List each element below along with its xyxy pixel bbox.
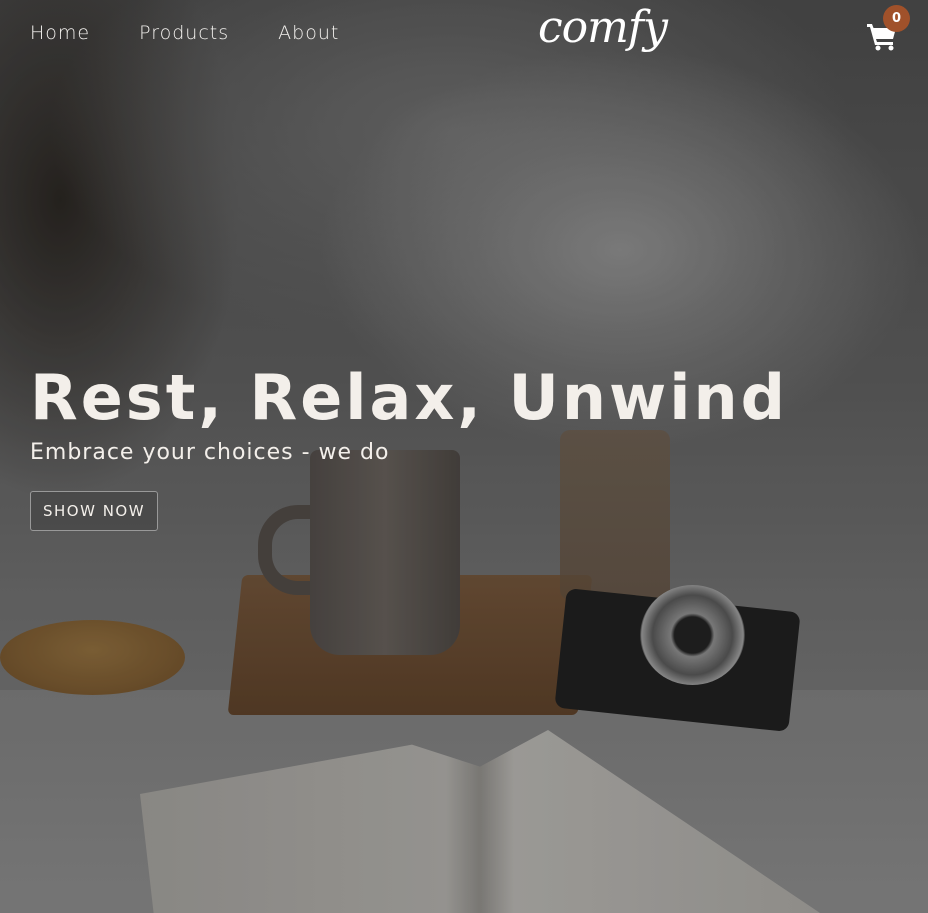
cart-count-badge: 0 — [883, 5, 910, 32]
hero-subtitle: Embrace your choices - we do — [30, 440, 390, 465]
navbar: Home Products About comfy 0 — [0, 0, 928, 66]
nav-links: Home Products About — [30, 22, 339, 44]
logo[interactable]: comfy — [538, 2, 668, 53]
hero-title: Rest, Relax, Unwind — [30, 361, 789, 434]
nav-link-products[interactable]: Products — [139, 22, 229, 44]
hero-section: Rest, Relax, Unwind Embrace your choices… — [30, 362, 788, 531]
nav-link-home[interactable]: Home — [30, 22, 90, 44]
nav-link-about[interactable]: About — [278, 22, 339, 44]
show-now-button[interactable]: SHOW NOW — [30, 491, 159, 531]
